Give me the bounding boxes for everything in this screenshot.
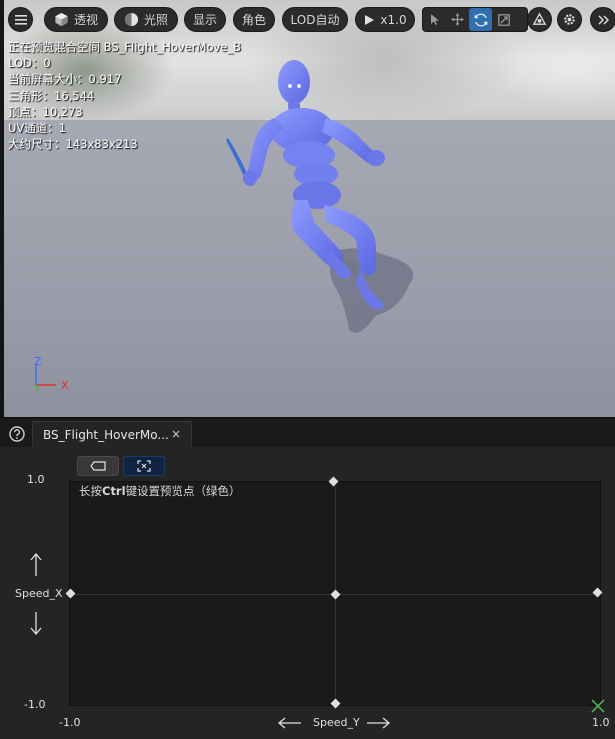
stat-lod-line: LOD：0 <box>8 56 51 71</box>
move-icon <box>451 13 464 26</box>
stat-triangles-line: 三角形：16,544 <box>8 88 95 103</box>
preview-point-marker-icon[interactable] <box>591 699 605 713</box>
character-button[interactable]: 角色 <box>233 7 275 32</box>
show-label: 显示 <box>192 13 217 27</box>
fit-frame-icon <box>137 460 151 472</box>
scale-icon <box>497 13 510 26</box>
rotate-icon <box>474 13 487 26</box>
viewport-stats: 正在预览混合空间 BS_Flight_HoverMove_B LOD：0 当前屏… <box>8 39 241 152</box>
lighting-sphere-icon <box>124 12 139 27</box>
stat-vertices-line: 顶点：10,273 <box>8 104 83 119</box>
lod-label: LOD自动 <box>290 13 340 27</box>
perspective-button[interactable]: 透视 <box>44 7 108 32</box>
stat-uv-line: UV通道：1 <box>8 121 67 136</box>
y-axis-name: Speed_X <box>15 587 63 600</box>
play-icon <box>365 14 375 25</box>
x-max-tick: 1.0 <box>592 716 610 729</box>
viewport-menu-button[interactable] <box>8 7 33 32</box>
tab-close-icon[interactable]: × <box>171 427 181 441</box>
y-axis-down-arrow-icon <box>30 612 42 635</box>
y-min-tick: -1.0 <box>24 698 46 711</box>
gizmo-x-label: X <box>61 379 69 392</box>
more-options-button[interactable] <box>590 7 615 32</box>
target-icon <box>532 12 547 25</box>
hamburger-icon <box>14 14 27 25</box>
play-speed-label: x1.0 <box>380 12 407 27</box>
viewport-settings-button[interactable] <box>557 7 582 32</box>
lod-button[interactable]: LOD自动 <box>282 7 348 32</box>
y-axis-up-arrow-icon <box>30 553 42 576</box>
blendspace-editor: 长按Ctrl键设置预览点（绿色） 1.0 -1.0 -1.0 1.0 Speed… <box>0 447 615 739</box>
perspective-label: 透视 <box>73 13 98 27</box>
stat-size-line: 大约尺寸：143x83x213 <box>8 137 138 152</box>
lighting-label: 光照 <box>143 13 168 27</box>
cube-icon <box>55 12 68 27</box>
show-triangulation-button[interactable] <box>77 456 119 476</box>
translate-tool-button[interactable] <box>446 8 469 31</box>
axis-gizmo: Z X <box>26 355 86 400</box>
tab-blendspace[interactable]: BS_Flight_HoverMo... × <box>32 421 192 448</box>
grid-hint-text: 长按Ctrl键设置预览点（绿色） <box>79 484 241 498</box>
x-axis-name: Speed_Y <box>313 716 360 729</box>
tag-icon <box>90 461 106 471</box>
fit-view-button[interactable] <box>123 456 165 476</box>
gear-icon <box>564 14 575 25</box>
x-axis-left-arrow-icon <box>278 717 301 729</box>
lighting-button[interactable]: 光照 <box>114 7 178 32</box>
tab-bar: BS_Flight_HoverMo... × <box>0 417 615 448</box>
x-min-tick: -1.0 <box>59 716 81 729</box>
stat-screen-size-line: 当前屏幕大小：0.917 <box>8 72 122 87</box>
character-label: 角色 <box>241 13 266 27</box>
select-tool-button[interactable] <box>423 8 446 31</box>
scale-tool-button[interactable] <box>492 8 515 31</box>
rotate-tool-button[interactable] <box>469 8 492 31</box>
stat-preview-line: 正在预览混合空间 BS_Flight_HoverMove_B <box>8 40 242 54</box>
gizmo-z-label: Z <box>34 355 42 368</box>
help-icon[interactable] <box>9 426 25 442</box>
preview-viewport[interactable]: 透视 光照 显示 角色 LOD自动 x1.0 正在预览混合空间 BS_Fligh… <box>4 0 615 417</box>
x-axis-right-arrow-icon <box>367 717 390 729</box>
tab-label: BS_Flight_HoverMo... <box>43 428 169 442</box>
transform-tools <box>422 7 528 32</box>
camera-focus-button[interactable] <box>527 7 552 32</box>
y-max-tick: 1.0 <box>27 473 45 486</box>
cursor-icon <box>430 14 439 25</box>
show-button[interactable]: 显示 <box>184 7 226 32</box>
play-speed-button[interactable]: x1.0 <box>355 7 415 32</box>
double-chevron-right-icon <box>597 14 609 25</box>
